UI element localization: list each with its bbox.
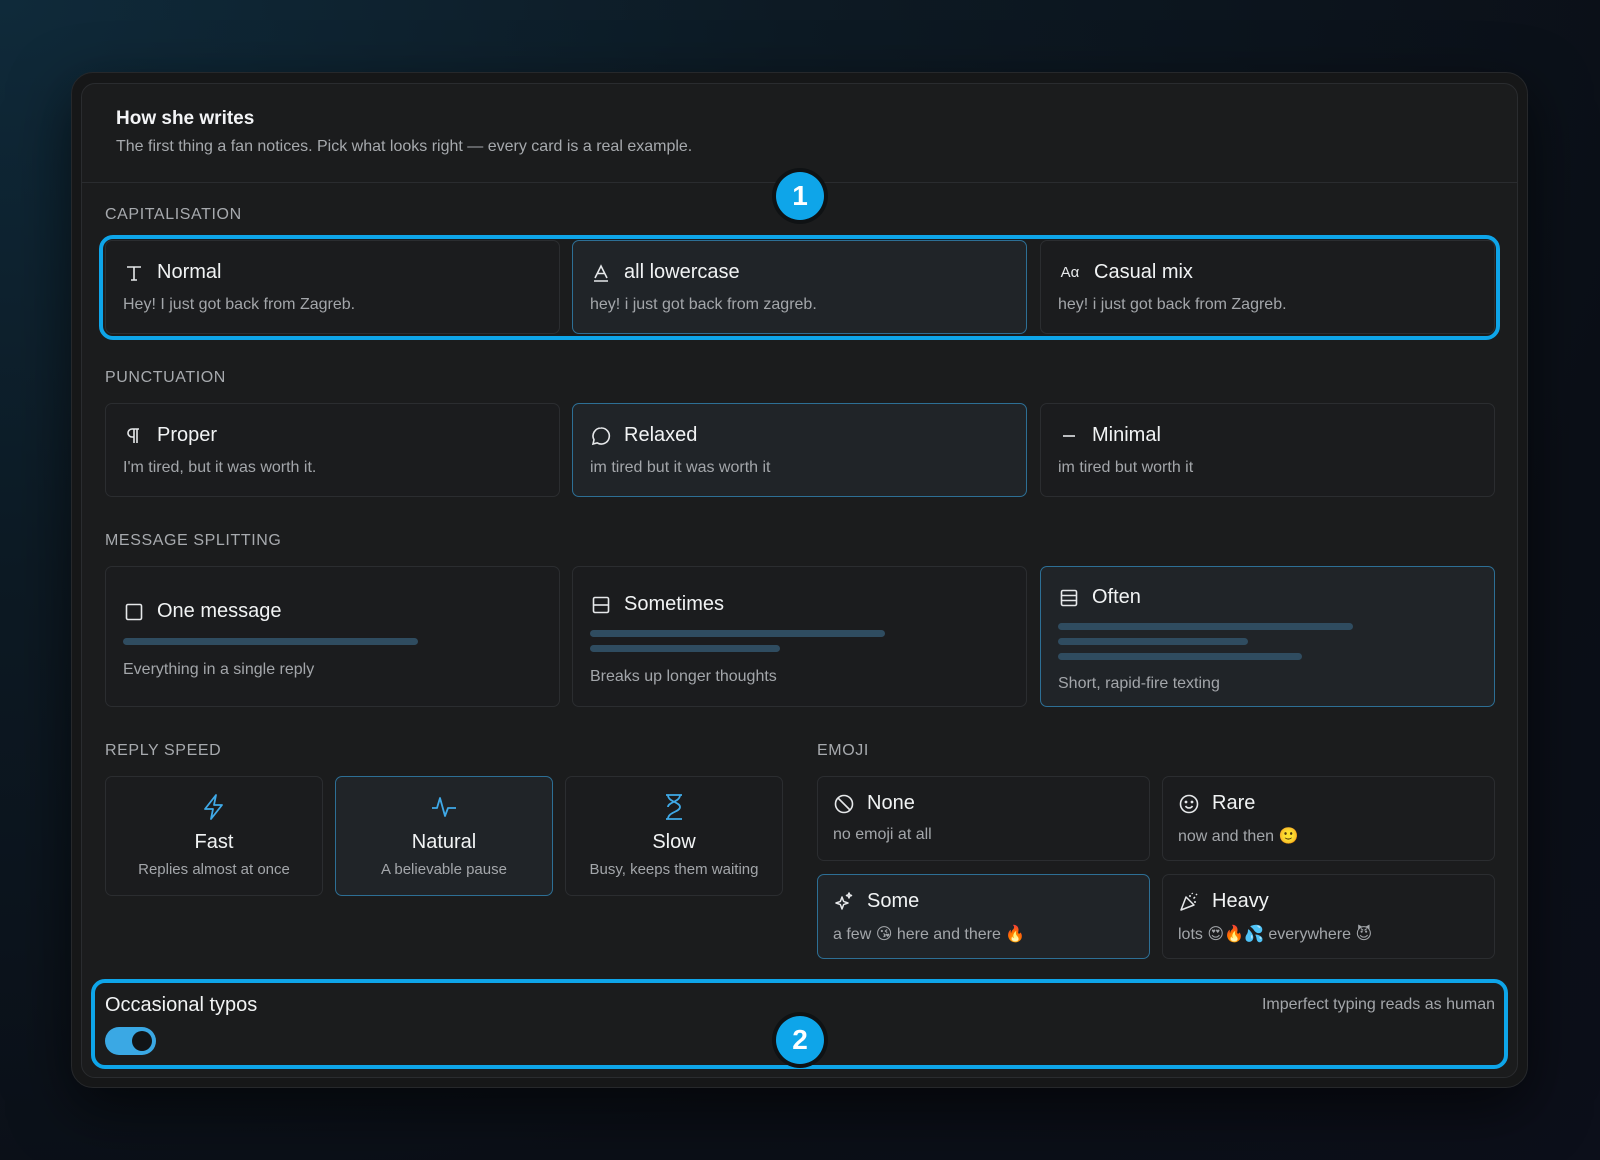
option-punctuation-relaxed[interactable]: Relaxed im tired but it was worth it (572, 403, 1027, 497)
option-description: Everything in a single reply (123, 661, 315, 678)
option-title: Natural (411, 831, 477, 853)
option-splitting-one[interactable]: One message Everything in a single reply (105, 566, 560, 707)
message-bar (590, 645, 780, 652)
smiley-icon (1178, 793, 1200, 815)
single-square-icon (123, 601, 145, 623)
message-bar (590, 630, 885, 637)
option-splitting-often[interactable]: Often Short, rapid-fire texting (1040, 566, 1495, 707)
message-bar (1058, 653, 1302, 660)
message-bar (123, 638, 418, 645)
activity-pulse-icon (336, 793, 552, 821)
dash-icon (1058, 425, 1080, 447)
option-emoji-none[interactable]: None no emoji at all (817, 776, 1150, 861)
option-example: im tired but worth it (1058, 459, 1194, 476)
annotation-badge-1: 1 (772, 168, 828, 224)
option-emoji-heavy[interactable]: Heavy lots 😍🔥💦 everywhere 😈 (1162, 874, 1495, 959)
section-label-capitalisation: CAPITALISATION (105, 206, 242, 223)
option-title: Heavy (1212, 890, 1269, 912)
option-title: Sometimes (624, 593, 725, 615)
option-title: Fast (194, 831, 234, 853)
option-title: Rare (1212, 792, 1256, 814)
option-speed-fast[interactable]: Fast Replies almost at once (105, 776, 323, 896)
option-title: Proper (157, 424, 218, 446)
option-title: Slow (652, 831, 696, 853)
option-emoji-rare[interactable]: Rare now and then 🙂 (1162, 776, 1495, 861)
section-label-splitting: MESSAGE SPLITTING (105, 532, 282, 549)
triple-split-square-icon (1058, 587, 1080, 609)
party-popper-icon (1178, 891, 1200, 913)
lightning-icon (106, 793, 322, 821)
message-bar (1058, 623, 1353, 630)
section-label-emoji: EMOJI (817, 742, 869, 759)
option-emoji-some[interactable]: Some a few 😘 here and there 🔥 (817, 874, 1150, 959)
speech-bubble-icon (590, 425, 612, 447)
option-description: a few 😘 here and there 🔥 (833, 926, 1026, 943)
message-bar (1058, 638, 1248, 645)
section-label-reply-speed: REPLY SPEED (105, 742, 222, 759)
option-title: Minimal (1092, 424, 1161, 446)
option-example: im tired but it was worth it (590, 459, 771, 476)
option-speed-natural[interactable]: Natural A believable pause (335, 776, 553, 896)
option-title: One message (157, 600, 282, 622)
option-description: Breaks up longer thoughts (590, 668, 777, 685)
option-example: I'm tired, but it was worth it. (123, 459, 317, 476)
pilcrow-icon (123, 425, 145, 447)
option-description: now and then 🙂 (1178, 828, 1299, 845)
option-description: Replies almost at once (138, 861, 290, 878)
option-description: lots 😍🔥💦 everywhere 😈 (1178, 926, 1373, 943)
option-speed-slow[interactable]: Slow Busy, keeps them waiting (565, 776, 783, 896)
no-symbol-icon (833, 793, 855, 815)
option-description: A believable pause (381, 861, 507, 878)
option-title: Often (1092, 586, 1141, 608)
page-subtitle: The first thing a fan notices. Pick what… (116, 138, 693, 155)
option-splitting-sometimes[interactable]: Sometimes Breaks up longer thoughts (572, 566, 1027, 707)
annotation-badge-2: 2 (772, 1012, 828, 1068)
split-square-icon (590, 594, 612, 616)
badge-number: 2 (776, 1016, 824, 1064)
option-punctuation-minimal[interactable]: Minimal im tired but worth it (1040, 403, 1495, 497)
option-title: None (867, 792, 915, 814)
option-description: no emoji at all (833, 826, 932, 843)
option-title: Some (867, 890, 920, 912)
hourglass-icon (566, 793, 782, 821)
option-description: Busy, keeps them waiting (589, 861, 759, 878)
highlight-capitalisation (99, 235, 1500, 340)
section-label-punctuation: PUNCTUATION (105, 369, 226, 386)
option-title: Relaxed (624, 424, 698, 446)
sparkles-icon (833, 891, 855, 913)
badge-number: 1 (776, 172, 824, 220)
option-punctuation-proper[interactable]: Proper I'm tired, but it was worth it. (105, 403, 560, 497)
option-description: Short, rapid-fire texting (1058, 675, 1220, 692)
page-title: How she writes (116, 108, 255, 129)
